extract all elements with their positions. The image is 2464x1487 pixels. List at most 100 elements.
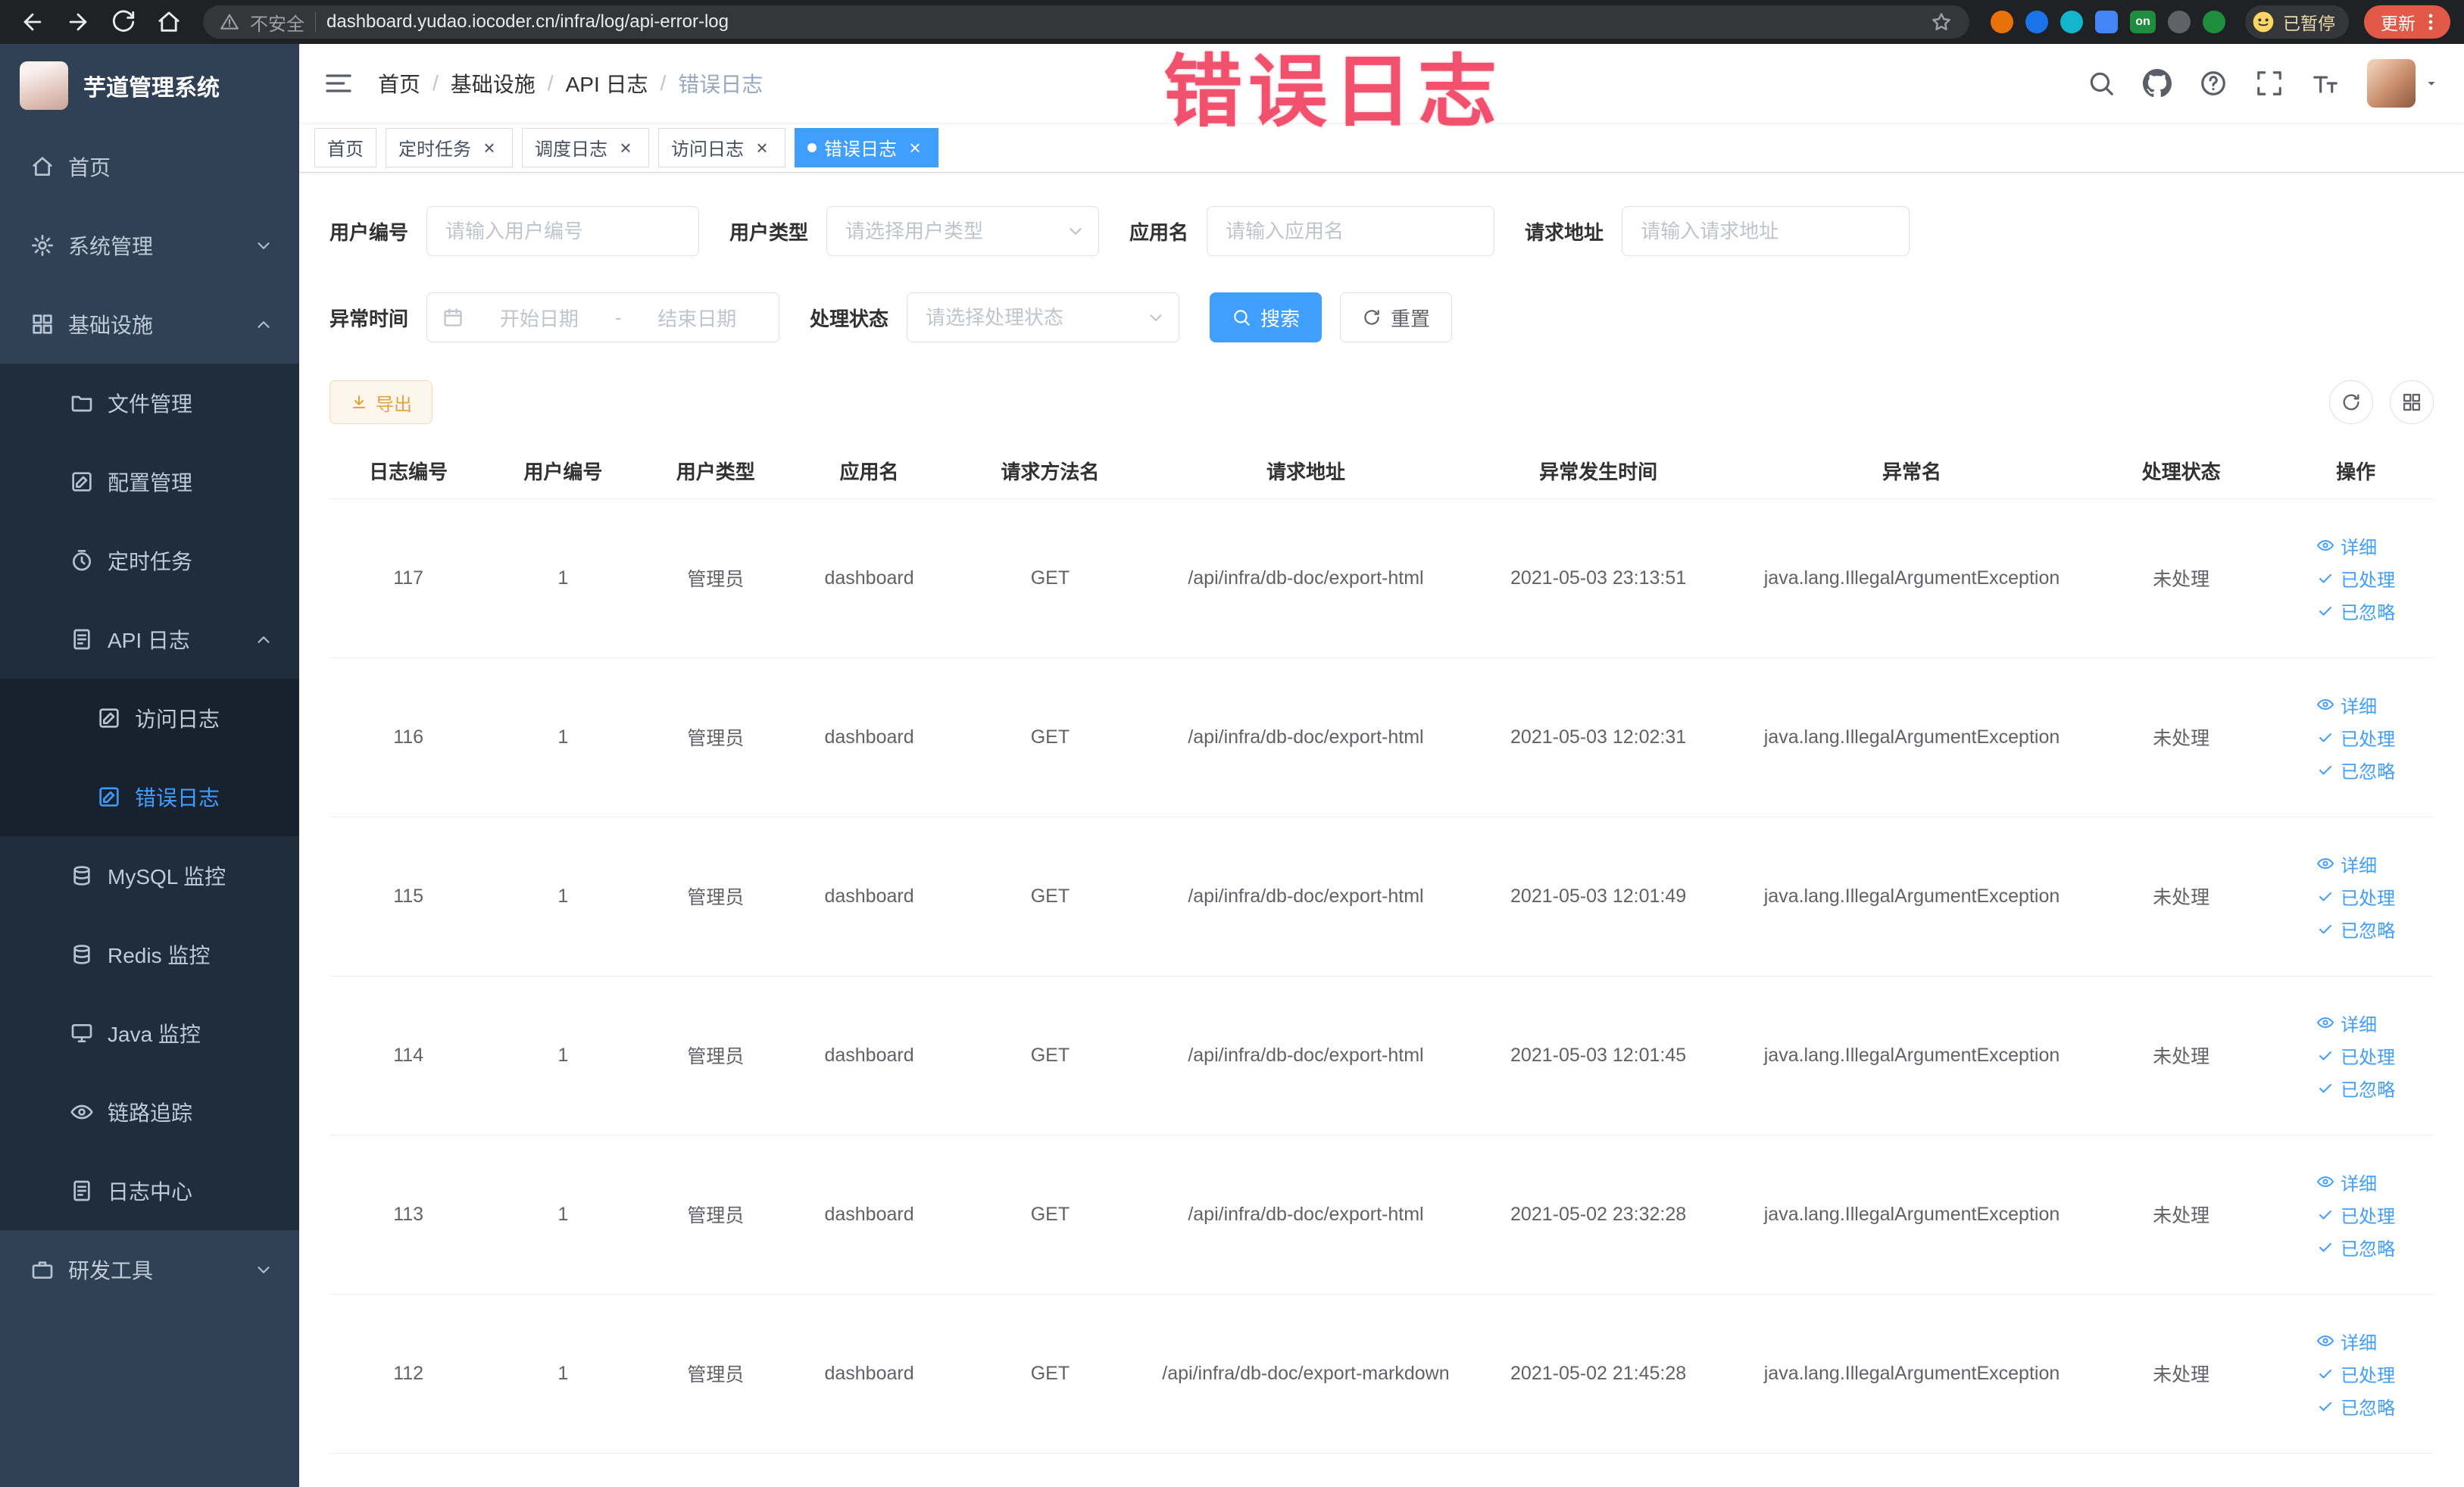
sidebar-item[interactable]: 文件管理 bbox=[0, 364, 299, 442]
extension-icon[interactable] bbox=[2168, 11, 2191, 33]
detail-link[interactable]: 详细 bbox=[2316, 851, 2377, 877]
tab[interactable]: 调度日志 × bbox=[522, 127, 649, 167]
sidebar-item[interactable]: 错误日志 bbox=[0, 758, 299, 836]
mark-ignored-link[interactable]: 已忽略 bbox=[2316, 1234, 2395, 1261]
mark-processed-link[interactable]: 已处理 bbox=[2316, 724, 2395, 751]
tab-close-icon[interactable]: × bbox=[904, 138, 926, 158]
extension-on-badge[interactable]: on bbox=[2130, 11, 2156, 33]
tab[interactable]: 定时任务 × bbox=[386, 127, 513, 167]
cell-log-id: 114 bbox=[329, 976, 488, 1136]
chevron-up-icon bbox=[254, 629, 273, 649]
column-settings-button[interactable] bbox=[2390, 380, 2434, 424]
sidebar-item[interactable]: 访问日志 bbox=[0, 679, 299, 758]
hamburger-icon[interactable] bbox=[323, 68, 354, 98]
back-icon[interactable] bbox=[20, 9, 45, 35]
cell-user-id: 1 bbox=[487, 658, 639, 817]
detail-link[interactable]: 详细 bbox=[2316, 533, 2377, 559]
fullscreen-icon[interactable] bbox=[2255, 69, 2284, 98]
app-name-input[interactable] bbox=[1207, 206, 1495, 256]
url-text: dashboard.yudao.iocoder.cn/infra/log/api… bbox=[326, 11, 729, 32]
export-button[interactable]: 导出 bbox=[329, 380, 433, 424]
extension-icon[interactable] bbox=[1991, 11, 2013, 33]
mark-processed-link[interactable]: 已处理 bbox=[2316, 1042, 2395, 1069]
bookmark-star-icon[interactable] bbox=[1930, 11, 1953, 33]
table-row: 115 1 管理员 dashboard GET /api/infra/db-do… bbox=[329, 817, 2434, 976]
refresh-button[interactable] bbox=[2329, 380, 2373, 424]
tab[interactable]: 访问日志 × bbox=[658, 127, 785, 167]
extension-icon[interactable] bbox=[2095, 11, 2118, 33]
doc-icon bbox=[97, 706, 121, 730]
user-id-input[interactable] bbox=[426, 206, 700, 256]
reload-icon[interactable] bbox=[111, 9, 136, 35]
sidebar-item[interactable]: 基础设施 bbox=[0, 285, 299, 364]
mark-ignored-link[interactable]: 已忽略 bbox=[2316, 757, 2395, 783]
process-status-select[interactable] bbox=[907, 292, 1180, 342]
reset-button[interactable]: 重置 bbox=[1340, 292, 1453, 342]
column-header: 日志编号 bbox=[329, 444, 488, 499]
mark-ignored-link[interactable]: 已忽略 bbox=[2316, 1393, 2395, 1420]
cell-exception-name: java.lang.IllegalArgumentException bbox=[1739, 498, 2085, 658]
sidebar-item-label: MySQL 监控 bbox=[108, 865, 226, 889]
column-header: 请求地址 bbox=[1154, 444, 1457, 499]
app-logo[interactable]: 芋道管理系统 bbox=[0, 44, 299, 127]
breadcrumb-item[interactable]: 首页 bbox=[378, 68, 420, 98]
sidebar-item[interactable]: 链路追踪 bbox=[0, 1073, 299, 1151]
sidebar-item[interactable]: 首页 bbox=[0, 127, 299, 206]
cell-actions: 详细 已处理 已忽略 bbox=[2278, 658, 2434, 817]
logo-avatar bbox=[20, 61, 68, 110]
refresh-icon bbox=[2341, 392, 2362, 413]
sidebar-item[interactable]: 定时任务 bbox=[0, 521, 299, 600]
breadcrumb-item[interactable]: API 日志 bbox=[566, 68, 648, 98]
detail-link[interactable]: 详细 bbox=[2316, 1010, 2377, 1036]
forward-icon[interactable] bbox=[65, 9, 91, 35]
font-size-icon[interactable] bbox=[2311, 69, 2340, 98]
tab-close-icon[interactable]: × bbox=[615, 138, 636, 158]
table-row: 114 1 管理员 dashboard GET /api/infra/db-do… bbox=[329, 976, 2434, 1136]
tab-close-icon[interactable]: × bbox=[751, 138, 773, 158]
breadcrumb-item[interactable]: 基础设施 bbox=[451, 68, 536, 98]
mark-ignored-link[interactable]: 已忽略 bbox=[2316, 598, 2395, 624]
sidebar-item[interactable]: MySQL 监控 bbox=[0, 836, 299, 915]
browser-home-icon[interactable] bbox=[156, 9, 182, 35]
chevron-down-icon bbox=[254, 1260, 273, 1279]
user-type-select[interactable] bbox=[826, 206, 1100, 256]
github-icon[interactable] bbox=[2143, 69, 2172, 98]
mark-processed-link[interactable]: 已处理 bbox=[2316, 1201, 2395, 1228]
mark-processed-link[interactable]: 已处理 bbox=[2316, 1360, 2395, 1387]
mark-processed-link[interactable]: 已处理 bbox=[2316, 883, 2395, 910]
address-bar[interactable]: 不安全 dashboard.yudao.iocoder.cn/infra/log… bbox=[203, 5, 1969, 39]
detail-link[interactable]: 详细 bbox=[2316, 1328, 2377, 1354]
detail-link[interactable]: 详细 bbox=[2316, 1169, 2377, 1195]
extension-icon[interactable] bbox=[2025, 11, 2048, 33]
sidebar-item[interactable]: 日志中心 bbox=[0, 1151, 299, 1230]
user-menu[interactable] bbox=[2367, 59, 2440, 108]
sidebar-item[interactable]: API 日志 bbox=[0, 600, 299, 679]
request-url-input[interactable] bbox=[1622, 206, 1910, 256]
browser-profile-chip[interactable]: 已暂停 bbox=[2245, 5, 2349, 39]
cell-app-name: dashboard bbox=[792, 976, 946, 1136]
cell-exception-time: 2021-05-02 23:32:28 bbox=[1457, 1135, 1740, 1295]
search-icon[interactable] bbox=[2087, 69, 2116, 98]
sidebar-item[interactable]: Java 监控 bbox=[0, 994, 299, 1073]
help-icon[interactable] bbox=[2199, 69, 2228, 98]
sidebar-item-label: 文件管理 bbox=[108, 392, 193, 416]
timer-icon bbox=[70, 548, 94, 573]
sidebar-item[interactable]: Redis 监控 bbox=[0, 915, 299, 994]
sidebar-item[interactable]: 研发工具 bbox=[0, 1230, 299, 1309]
doc-icon bbox=[97, 785, 121, 809]
sidebar-item[interactable]: 配置管理 bbox=[0, 442, 299, 521]
tab-close-icon[interactable]: × bbox=[479, 138, 500, 158]
extension-icon[interactable] bbox=[2203, 11, 2225, 33]
tab[interactable]: 错误日志 × bbox=[795, 127, 938, 167]
tab[interactable]: 首页 bbox=[314, 127, 376, 167]
browser-menu-kebab-icon[interactable] bbox=[2420, 11, 2441, 33]
date-range-picker[interactable]: 开始日期 - 结束日期 bbox=[426, 292, 780, 342]
extension-icon[interactable] bbox=[2060, 11, 2083, 33]
mark-ignored-link[interactable]: 已忽略 bbox=[2316, 916, 2395, 942]
mark-processed-link[interactable]: 已处理 bbox=[2316, 565, 2395, 592]
detail-link[interactable]: 详细 bbox=[2316, 692, 2377, 718]
browser-update-button[interactable]: 更新 bbox=[2364, 5, 2450, 39]
search-button[interactable]: 搜索 bbox=[1210, 292, 1323, 342]
mark-ignored-link[interactable]: 已忽略 bbox=[2316, 1075, 2395, 1101]
sidebar-item[interactable]: 系统管理 bbox=[0, 206, 299, 285]
